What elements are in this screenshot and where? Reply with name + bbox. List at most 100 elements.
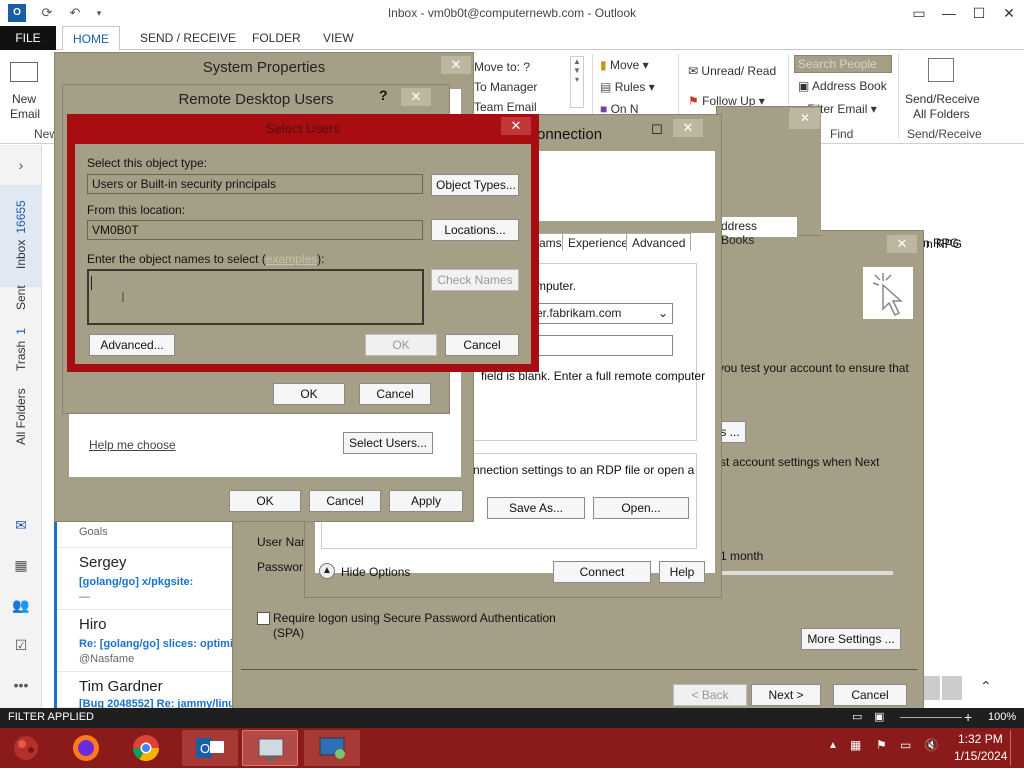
quickstep-to-manager[interactable]: To Manager xyxy=(474,80,537,94)
clock-date[interactable]: 1/15/2024 xyxy=(954,749,1007,763)
clock-time[interactable]: 1:32 PM xyxy=(958,732,1003,746)
address-books-tab[interactable]: ddress Books xyxy=(717,217,797,247)
back-button[interactable]: < Back xyxy=(673,684,747,706)
tab-folder[interactable]: FOLDER xyxy=(242,26,311,50)
more-icon[interactable]: ••• xyxy=(11,677,31,695)
tasks-icon[interactable]: ☑ xyxy=(11,637,31,655)
select-users-close-button[interactable]: ✕ xyxy=(501,117,531,135)
tray-expand-icon[interactable]: ▲ xyxy=(828,740,838,751)
nav-sent[interactable]: Sent xyxy=(14,285,28,310)
more-settings-button[interactable]: More Settings ... xyxy=(801,628,901,650)
system-apply-button[interactable]: Apply xyxy=(389,490,463,512)
rdc-open-button[interactable]: Open... xyxy=(593,497,689,519)
object-types-button[interactable]: Object Types... xyxy=(431,174,519,196)
move-button[interactable]: ▮ Move ▾ xyxy=(600,58,649,72)
examples-link[interactable]: examples xyxy=(266,252,317,266)
account-cancel-button[interactable]: Cancel xyxy=(833,684,907,706)
rdu-close-button[interactable]: ✕ xyxy=(401,88,431,106)
object-names-input[interactable]: I xyxy=(87,269,424,325)
require-spa-label-1[interactable]: Require logon using Secure Password Auth… xyxy=(273,611,556,625)
search-people-input[interactable]: Search People xyxy=(794,55,892,73)
firefox-icon[interactable] xyxy=(64,730,108,766)
nav-inbox[interactable]: Inbox 16655 xyxy=(14,200,28,269)
account-close-button[interactable]: ✕ xyxy=(887,235,917,253)
chevron-up-icon[interactable]: ▲ xyxy=(319,563,335,579)
advanced-button[interactable]: Advanced... xyxy=(89,334,175,356)
list-item[interactable]: Sergey [golang/go] x/pkgsite: — xyxy=(54,548,234,610)
send-receive-all-label-1[interactable]: Send/Receive xyxy=(905,92,980,106)
extra-close-button[interactable]: ✕ xyxy=(790,108,820,128)
display-icon[interactable]: ▭ xyxy=(900,738,911,752)
quickstep-move-to[interactable]: Move to: ? xyxy=(474,60,530,74)
locations-button[interactable]: Locations... xyxy=(431,219,519,241)
mail-icon[interactable]: ✉ xyxy=(11,517,31,535)
rdc-username-input[interactable] xyxy=(531,335,673,356)
tab-experience[interactable]: Experience xyxy=(562,233,635,251)
rdc-connect-button[interactable]: Connect xyxy=(553,561,651,583)
nav-trash[interactable]: Trash 1 xyxy=(14,328,28,371)
list-item[interactable]: Tim Gardner [Bug 2048552] Re: jammy/linu xyxy=(54,672,235,710)
check-names-button[interactable]: Check Names xyxy=(431,269,519,291)
zoom-slider[interactable] xyxy=(900,717,962,718)
rdc-maximize-icon[interactable]: ☐ xyxy=(651,122,663,138)
flag-icon[interactable]: ⚑ xyxy=(876,738,887,752)
flag-icon: ⚑ xyxy=(688,94,699,108)
next-button[interactable]: Next > xyxy=(751,684,821,706)
collapse-icon[interactable]: ⌃ xyxy=(982,352,994,369)
system-ok-button[interactable]: OK xyxy=(229,490,301,512)
new-email-label-2[interactable]: Email xyxy=(10,107,40,121)
view-normal-icon[interactable]: ▭ xyxy=(852,710,862,723)
rules-button[interactable]: ▤ Rules ▾ xyxy=(600,80,655,94)
require-spa-checkbox[interactable] xyxy=(257,612,270,625)
tab-advanced[interactable]: Advanced xyxy=(626,233,692,251)
expand-nav-icon[interactable]: › xyxy=(11,157,31,175)
address-book-button[interactable]: ▣ Address Book xyxy=(798,79,887,93)
zoom-in-icon[interactable]: + xyxy=(964,709,972,725)
system-properties-taskbar-icon[interactable] xyxy=(242,730,298,766)
rdc-computer-select[interactable]: er.fabrikam.com ⌄ xyxy=(531,303,673,324)
tab-file[interactable]: FILE xyxy=(0,26,56,50)
view-reading-icon[interactable]: ▣ xyxy=(874,710,884,723)
rdc-help-button[interactable]: Help xyxy=(659,561,705,583)
people-icon[interactable]: 👥 xyxy=(11,597,31,615)
divider xyxy=(241,669,917,670)
rdc-hide-options[interactable]: Hide Options xyxy=(341,565,410,579)
help-me-choose-link[interactable]: Help me choose xyxy=(89,438,176,452)
remote-desktop-taskbar-icon[interactable] xyxy=(304,730,360,766)
help-icon[interactable]: ? xyxy=(379,87,388,103)
tab-view[interactable]: VIEW xyxy=(313,26,364,50)
select-users-ok-button[interactable]: OK xyxy=(365,334,437,356)
rdc-close-button[interactable]: ✕ xyxy=(673,119,703,137)
new-email-icon[interactable] xyxy=(10,62,38,82)
list-item[interactable]: Hiro Re: [golang/go] slices: optimi @Nas… xyxy=(54,610,234,672)
maximize-icon[interactable]: ☐ xyxy=(964,2,994,24)
network-icon[interactable]: ▦ xyxy=(850,738,861,752)
send-receive-all-label-2[interactable]: All Folders xyxy=(913,107,970,121)
ribbon-display-icon[interactable]: ▭ xyxy=(904,2,934,24)
show-desktop-button[interactable] xyxy=(1010,730,1022,766)
tab-home[interactable]: HOME xyxy=(62,26,120,51)
system-cancel-button[interactable]: Cancel xyxy=(309,490,381,512)
rdu-ok-button[interactable]: OK xyxy=(273,383,345,405)
nav-all-folders[interactable]: All Folders xyxy=(14,388,28,445)
quicksteps-scroll[interactable]: ▲ ▼ ▾ xyxy=(570,56,584,108)
start-button[interactable] xyxy=(4,730,48,766)
system-properties-close-button[interactable]: ✕ xyxy=(441,56,471,74)
collapse-icon[interactable]: ⌃ xyxy=(980,678,992,695)
calendar-icon[interactable]: ▦ xyxy=(11,557,31,575)
new-email-label-1[interactable]: New xyxy=(12,92,36,106)
list-item[interactable]: Goals xyxy=(54,518,234,548)
close-icon[interactable]: ✕ xyxy=(994,2,1024,24)
unread-read-button[interactable]: ✉ Unread/ Read xyxy=(688,64,776,78)
select-users-button[interactable]: Select Users... xyxy=(343,432,433,454)
tab-send-receive[interactable]: SEND / RECEIVE xyxy=(130,26,246,50)
rdu-cancel-button[interactable]: Cancel xyxy=(359,383,431,405)
send-receive-all-icon[interactable] xyxy=(928,58,954,82)
minimize-icon[interactable]: — xyxy=(934,2,964,24)
select-users-cancel-button[interactable]: Cancel xyxy=(445,334,519,356)
rdc-save-as-button[interactable]: Save As... xyxy=(487,497,585,519)
chrome-icon[interactable] xyxy=(124,730,168,766)
quickstep-team-email[interactable]: Team Email xyxy=(474,100,537,114)
volume-icon[interactable]: 🔇 xyxy=(924,738,939,752)
outlook-taskbar-icon[interactable]: O xyxy=(182,730,238,766)
